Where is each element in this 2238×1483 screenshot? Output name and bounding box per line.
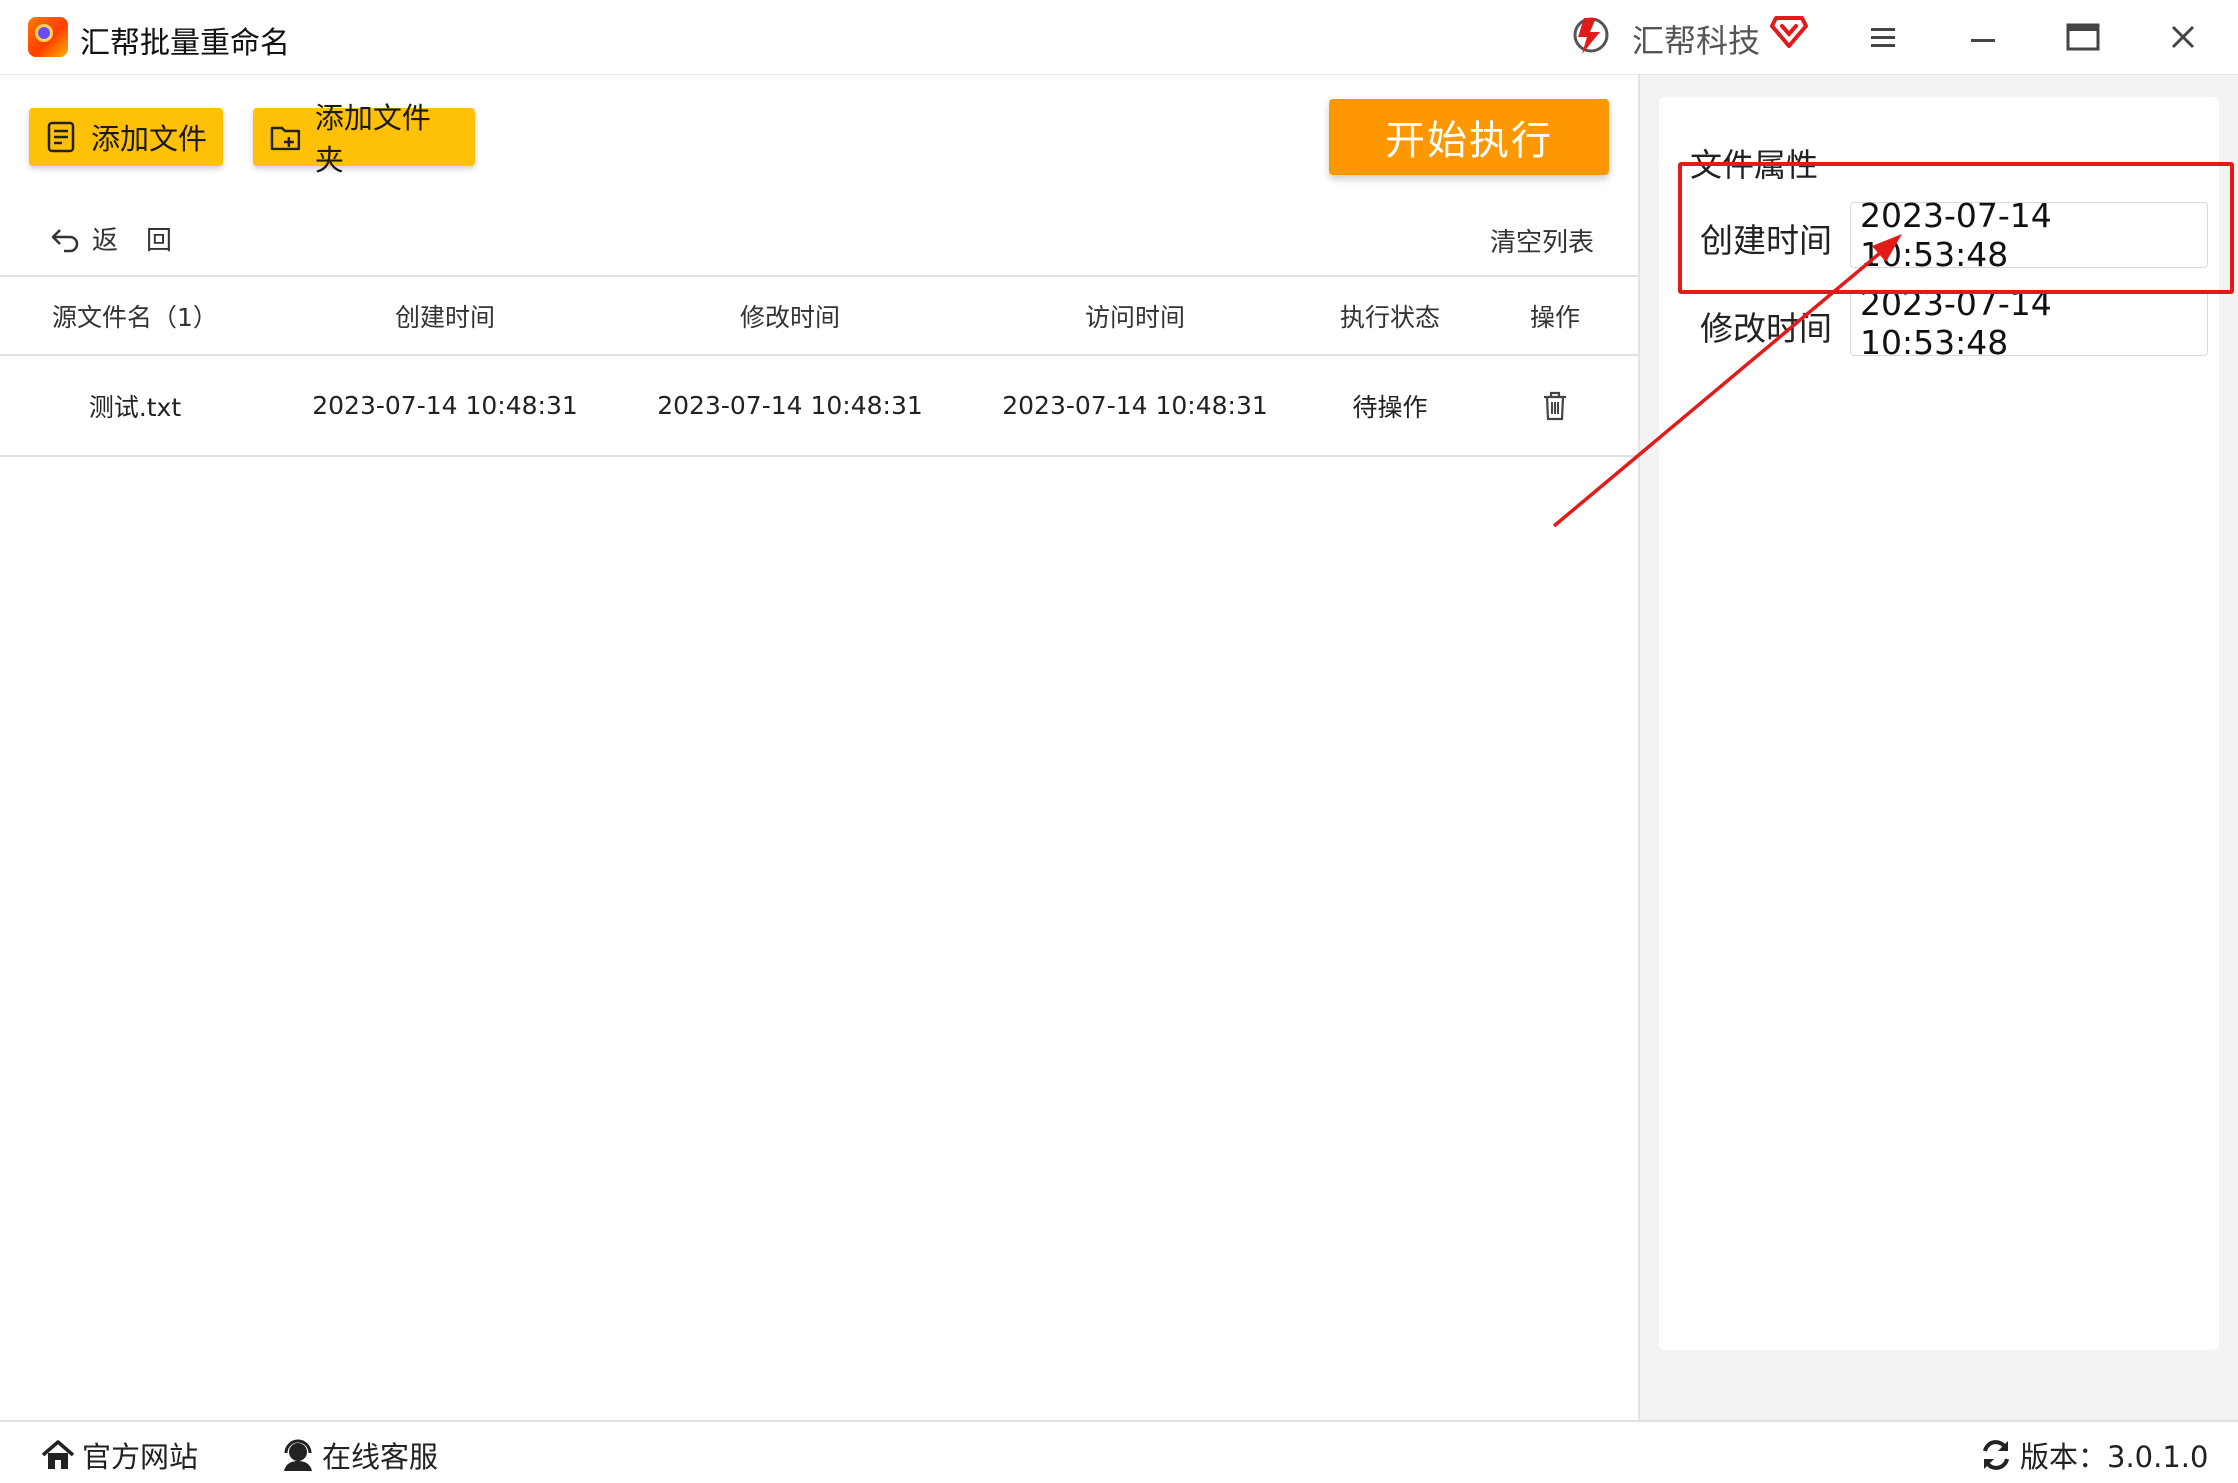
home-icon: [41, 1440, 75, 1469]
annotation-box: [1678, 162, 2234, 294]
back-button[interactable]: 返回: [48, 220, 200, 257]
brand-logo-icon: [1573, 17, 1609, 54]
add-file-button[interactable]: 添加文件: [29, 108, 223, 166]
back-arrow-icon: [51, 228, 79, 252]
table-header: 源文件名（1） 创建时间 修改时间 访问时间 执行状态 操作: [0, 275, 1638, 356]
minimize-icon[interactable]: [1958, 14, 2008, 60]
start-button[interactable]: 开始执行: [1329, 99, 1609, 175]
add-file-icon: [47, 121, 75, 153]
header-accessed: 访问时间: [1084, 302, 1185, 332]
brand-name: 汇帮科技: [1632, 22, 1761, 60]
row-modified: 2023-07-14 10:48:31: [657, 391, 923, 420]
row-accessed: 2023-07-14 10:48:31: [1002, 391, 1268, 420]
version-info: 版本：3.0.1.0: [1978, 1434, 2208, 1476]
modified-time-label: 修改时间: [1700, 309, 1832, 348]
version-label: 版本：3.0.1.0: [2020, 1440, 2209, 1474]
row-status: 待操作: [1352, 392, 1428, 422]
support-label: 在线客服: [322, 1440, 439, 1474]
header-status: 执行状态: [1339, 302, 1440, 332]
row-created: 2023-07-14 10:48:31: [312, 391, 578, 420]
back-label: 返回: [92, 226, 201, 256]
table-row[interactable]: 测试.txt 2023-07-14 10:48:31 2023-07-14 10…: [0, 356, 1638, 457]
header-filename: 源文件名（1）: [52, 302, 218, 332]
header-action: 操作: [1529, 302, 1580, 332]
close-icon[interactable]: [2158, 14, 2208, 60]
app-title: 汇帮批量重命名: [80, 26, 290, 61]
footer: 官方网站 在线客服 版本：3.0.1.0: [0, 1420, 2238, 1483]
support-link[interactable]: 在线客服: [280, 1434, 438, 1476]
title-bar: 汇帮批量重命名 汇帮科技: [0, 0, 2238, 75]
app-logo-icon: [28, 17, 68, 57]
add-file-label: 添加文件: [91, 122, 208, 156]
website-link[interactable]: 官方网站: [40, 1434, 198, 1476]
row-filename: 测试.txt: [88, 392, 182, 422]
add-folder-label: 添加文件夹: [314, 101, 431, 177]
modified-time-input[interactable]: 2023-07-14 10:53:48: [1850, 284, 2208, 362]
row-action: [1500, 356, 1610, 455]
header-created: 创建时间: [394, 302, 495, 332]
customer-service-icon: [284, 1439, 312, 1471]
menu-icon[interactable]: [1858, 14, 1908, 60]
add-folder-button[interactable]: 添加文件夹: [253, 101, 475, 177]
vip-icon[interactable]: [1770, 14, 1808, 50]
trash-icon[interactable]: [1540, 390, 1570, 422]
clear-list-button[interactable]: 清空列表: [1490, 222, 1594, 259]
website-label: 官方网站: [82, 1440, 199, 1474]
maximize-icon[interactable]: [2058, 14, 2108, 60]
refresh-icon[interactable]: [1978, 1437, 2014, 1473]
add-folder-icon: [270, 126, 301, 151]
header-modified: 修改时间: [739, 302, 840, 332]
